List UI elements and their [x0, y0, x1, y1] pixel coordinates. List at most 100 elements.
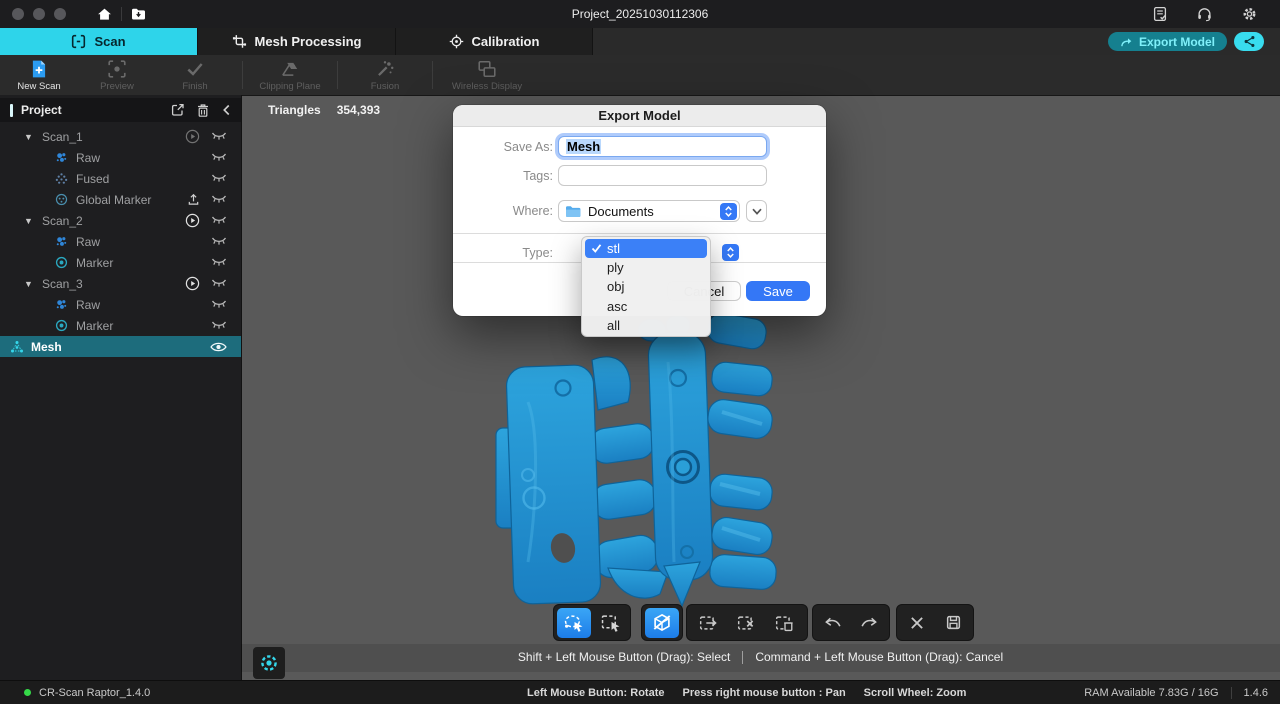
- type-option-stl[interactable]: stl: [585, 239, 707, 258]
- eye-closed-icon[interactable]: [211, 173, 227, 184]
- type-option-label: asc: [607, 299, 627, 314]
- tree-item-scan1-fused[interactable]: Fused: [0, 168, 241, 189]
- expander-icon[interactable]: ▼: [24, 132, 34, 142]
- share-button[interactable]: [1234, 32, 1264, 51]
- tool-label: Finish: [182, 81, 207, 92]
- play-icon[interactable]: [185, 129, 200, 144]
- export-model-button[interactable]: Export Model: [1108, 32, 1227, 51]
- eye-closed-icon[interactable]: [211, 194, 227, 205]
- window-close-button[interactable]: [12, 8, 24, 20]
- play-icon[interactable]: [185, 276, 200, 291]
- where-value: Documents: [588, 204, 713, 219]
- app-version-label: CR-Scan Raptor_1.4.0: [39, 687, 150, 699]
- eye-closed-icon[interactable]: [211, 257, 227, 268]
- marker-icon: [55, 319, 68, 332]
- expander-icon[interactable]: ▼: [24, 279, 34, 289]
- mesh-icon: [10, 340, 24, 354]
- hint-select: Shift + Left Mouse Button (Drag): Select: [518, 650, 730, 664]
- save-as-field[interactable]: Mesh: [558, 136, 767, 157]
- eye-closed-icon[interactable]: [211, 152, 227, 163]
- tool-finish[interactable]: Finish: [156, 59, 234, 92]
- finish-check-icon: [185, 59, 205, 79]
- where-stepper-icon[interactable]: [720, 203, 737, 220]
- tab-calibration[interactable]: Calibration: [396, 28, 593, 55]
- hint-divider: [742, 651, 743, 664]
- toolbar-divider: [337, 61, 338, 89]
- where-expand-button[interactable]: [746, 200, 767, 222]
- type-option-all[interactable]: all: [585, 316, 707, 335]
- eye-open-icon[interactable]: [210, 341, 227, 353]
- save-mesh-button[interactable]: [937, 608, 971, 638]
- home-icon[interactable]: [96, 6, 113, 22]
- tree-item-scan2-raw[interactable]: Raw: [0, 231, 241, 252]
- tab-mesh-processing[interactable]: Mesh Processing: [198, 28, 396, 55]
- tree-item-scan1-raw[interactable]: Raw: [0, 147, 241, 168]
- folder-icon: [565, 205, 581, 218]
- type-label: Type:: [453, 246, 553, 260]
- window-minimize-button[interactable]: [33, 8, 45, 20]
- eye-closed-icon[interactable]: [211, 320, 227, 331]
- tool-preview[interactable]: Preview: [78, 59, 156, 92]
- cancel-edit-button[interactable]: [900, 608, 934, 638]
- deselect-button[interactable]: [728, 608, 763, 638]
- type-option-label: stl: [607, 241, 620, 256]
- tool-clipping-plane[interactable]: Clipping Plane: [251, 59, 329, 92]
- eye-closed-icon[interactable]: [211, 215, 227, 226]
- toolbar-divider: [242, 61, 243, 89]
- tab-scan[interactable]: Scan: [0, 28, 198, 55]
- dialog-title: Export Model: [453, 105, 826, 127]
- upload-marker-icon[interactable]: [187, 193, 200, 206]
- eye-closed-icon[interactable]: [211, 131, 227, 142]
- tree-item-scan2-marker[interactable]: Marker: [0, 252, 241, 273]
- type-option-asc[interactable]: asc: [585, 297, 707, 316]
- through-select-group: [641, 604, 683, 641]
- open-project-folder-icon[interactable]: [130, 6, 147, 22]
- save-button[interactable]: Save: [746, 281, 810, 301]
- eye-closed-icon[interactable]: [211, 278, 227, 289]
- tags-field[interactable]: [558, 165, 767, 186]
- play-icon[interactable]: [185, 213, 200, 228]
- 3d-mesh-model[interactable]: [470, 312, 890, 612]
- collapse-sidebar-icon[interactable]: [222, 104, 231, 116]
- tool-label: Wireless Display: [452, 81, 522, 92]
- rect-select-button[interactable]: [594, 608, 628, 638]
- tool-new-scan[interactable]: New Scan: [0, 59, 78, 92]
- expander-icon[interactable]: ▼: [24, 216, 34, 226]
- tab-bar: Scan Mesh Processing Calibration: [0, 28, 1280, 55]
- export-project-icon[interactable]: [170, 103, 184, 117]
- redo-button[interactable]: [853, 608, 887, 638]
- trash-icon[interactable]: [196, 103, 210, 118]
- project-header: Project: [0, 98, 241, 122]
- eye-closed-icon[interactable]: [211, 236, 227, 247]
- cut-through-button[interactable]: [645, 608, 679, 638]
- fusion-icon: [375, 59, 395, 79]
- eye-closed-icon[interactable]: [211, 299, 227, 310]
- tool-fusion[interactable]: Fusion: [346, 59, 424, 92]
- release-notes-icon[interactable]: [1152, 6, 1168, 22]
- tool-wireless-display[interactable]: Wireless Display: [441, 59, 533, 92]
- tree-item-scan-2[interactable]: ▼ Scan_2: [0, 210, 241, 231]
- tree-item-scan-1[interactable]: ▼ Scan_1: [0, 126, 241, 147]
- undo-button[interactable]: [816, 608, 850, 638]
- delete-selection-button[interactable]: [766, 608, 801, 638]
- tree-item-scan3-marker[interactable]: Marker: [0, 315, 241, 336]
- support-headset-icon[interactable]: [1196, 6, 1213, 22]
- tree-item-scan1-global-marker[interactable]: Global Marker: [0, 189, 241, 210]
- type-option-ply[interactable]: ply: [585, 258, 707, 277]
- type-option-obj[interactable]: obj: [585, 277, 707, 296]
- type-stepper-icon[interactable]: [722, 244, 739, 261]
- wireless-display-icon: [477, 59, 497, 79]
- tree-item-mesh[interactable]: Mesh: [0, 336, 241, 357]
- tree-item-scan-3[interactable]: ▼ Scan_3: [0, 273, 241, 294]
- window-zoom-button[interactable]: [54, 8, 66, 20]
- lasso-select-button[interactable]: [557, 608, 591, 638]
- settings-gear-icon[interactable]: [1241, 6, 1258, 22]
- global-marker-icon: [55, 193, 68, 206]
- firmware-version: 1.4.6: [1244, 687, 1268, 699]
- recenter-view-button[interactable]: [253, 647, 285, 679]
- project-accent-bar: [10, 104, 13, 117]
- invert-selection-button[interactable]: [690, 608, 725, 638]
- where-select[interactable]: Documents: [558, 200, 740, 222]
- raw-data-icon: [55, 151, 68, 164]
- tree-item-scan3-raw[interactable]: Raw: [0, 294, 241, 315]
